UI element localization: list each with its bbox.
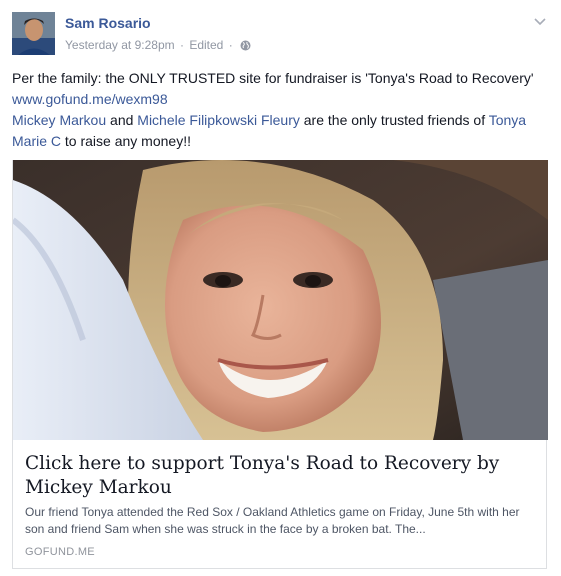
link-preview-domain: GOFUND.ME — [25, 546, 95, 558]
meta-separator: · — [179, 38, 184, 52]
globe-icon[interactable] — [240, 40, 251, 54]
avatar[interactable] — [12, 12, 55, 55]
post-text-and: and — [106, 112, 138, 128]
link-preview-card[interactable]: Click here to support Tonya's Road to Re… — [12, 160, 548, 569]
post-meta: Yesterday at 9:28pm · Edited · — [65, 38, 251, 54]
chevron-down-icon[interactable] — [533, 14, 547, 28]
post-text-intro: Per the family: the ONLY TRUSTED site fo… — [12, 70, 534, 86]
friend-link-mickey[interactable]: Mickey Markou — [12, 112, 106, 128]
link-preview-description: Our friend Tonya attended the Red Sox / … — [25, 505, 520, 536]
post-timestamp[interactable]: Yesterday at 9:28pm — [65, 38, 175, 52]
post-header: Sam Rosario Yesterday at 9:28pm · Edited… — [12, 12, 549, 58]
post-text: Per the family: the ONLY TRUSTED site fo… — [12, 68, 549, 152]
link-preview-title[interactable]: Click here to support Tonya's Road to Re… — [25, 452, 535, 500]
link-preview-image[interactable] — [13, 160, 548, 440]
post-card: Sam Rosario Yesterday at 9:28pm · Edited… — [0, 0, 561, 576]
meta-separator: · — [228, 38, 233, 52]
author-name[interactable]: Sam Rosario — [65, 15, 151, 31]
friend-link-michele[interactable]: Michele Filipkowski Fleury — [137, 112, 300, 128]
edited-label[interactable]: Edited — [189, 38, 223, 52]
post-text-middle: are the only trusted friends of — [299, 112, 489, 128]
post-text-suffix: to raise any money!! — [61, 133, 191, 149]
fundraiser-link[interactable]: www.gofund.me/wexm98 — [12, 91, 168, 107]
